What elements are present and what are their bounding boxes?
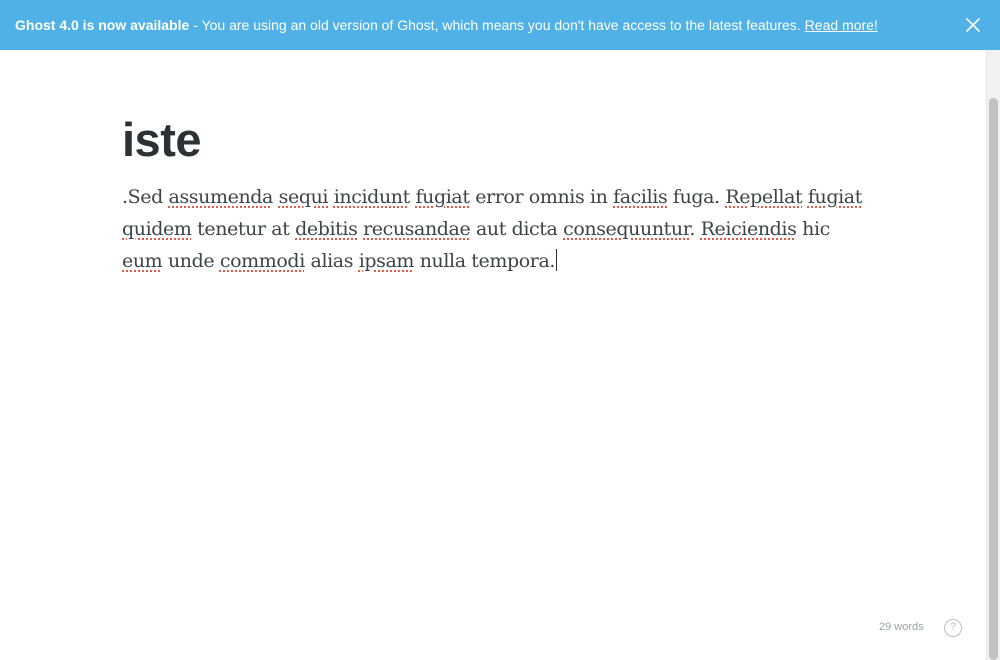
- body-text-segment: fuga.: [667, 186, 726, 208]
- text-cursor: [556, 249, 558, 271]
- banner-message: - You are using an old version of Ghost,…: [193, 17, 801, 33]
- body-text-segment: aut dicta: [470, 218, 564, 240]
- misspelled-word: assumenda: [168, 186, 274, 208]
- help-icon[interactable]: ?: [944, 619, 962, 637]
- update-banner: Ghost 4.0 is now available - You are usi…: [0, 0, 1000, 50]
- misspelled-word: facilis: [613, 186, 668, 208]
- misspelled-word: eum: [122, 250, 163, 272]
- body-text-segment: nulla tempora.: [414, 250, 556, 272]
- banner-headline: Ghost 4.0 is now available: [15, 17, 190, 33]
- misspelled-word: debitis: [295, 218, 358, 240]
- misspelled-word: incidunt: [333, 186, 411, 208]
- scrollbar-thumb[interactable]: [989, 98, 998, 660]
- misspelled-word: Repellat: [725, 186, 803, 208]
- word-count: 29 words: [879, 621, 924, 633]
- misspelled-word: recusandae: [363, 218, 471, 240]
- misspelled-word: fugiat: [415, 186, 470, 208]
- body-text-segment: alias: [304, 250, 359, 272]
- body-text-segment: .Sed: [122, 186, 169, 208]
- misspelled-word: quidem: [122, 218, 192, 240]
- body-text-segment: .: [689, 218, 701, 240]
- misspelled-word: ipsam: [358, 250, 415, 272]
- misspelled-word: fugiat: [807, 186, 862, 208]
- body-text-segment: tenetur at: [191, 218, 296, 240]
- misspelled-word: commodi: [219, 250, 305, 272]
- post-body[interactable]: .Sed assumenda sequi incidunt fugiat err…: [122, 181, 862, 277]
- misspelled-word: Reiciendis: [700, 218, 797, 240]
- editor-canvas[interactable]: iste .Sed assumenda sequi incidunt fugia…: [0, 50, 986, 660]
- read-more-link[interactable]: Read more!: [805, 17, 878, 33]
- scrollbar[interactable]: [986, 50, 1000, 660]
- body-text-segment: error omnis in: [469, 186, 614, 208]
- misspelled-word: sequi: [278, 186, 329, 208]
- post-title[interactable]: iste: [122, 112, 202, 167]
- body-text-segment: hic: [796, 218, 830, 240]
- body-text-segment: unde: [162, 250, 220, 272]
- misspelled-word: consequuntur: [563, 218, 690, 240]
- close-icon[interactable]: [964, 16, 982, 34]
